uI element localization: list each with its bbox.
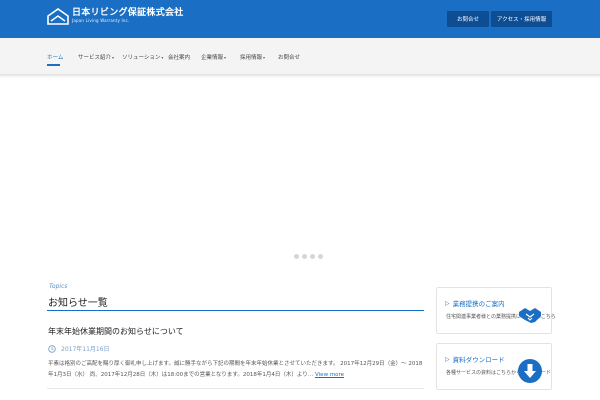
nav-item-label: 企業情報 [201,55,224,61]
site-header: 日本リビング保証株式会社 Japan Living Warranty Inc. … [0,0,600,38]
clock-icon [48,344,56,353]
chevron-down-icon: ▾ [263,55,266,60]
side-box-title-text: 業務提携のご案内 [452,300,505,308]
topics-label: Topics [49,283,68,290]
side-box-title: ▷ 資料ダウンロード [445,354,505,365]
company-logo[interactable]: 日本リビング保証株式会社 Japan Living Warranty Inc. [47,8,184,25]
nav-active-underline [47,64,60,66]
slider-dot[interactable] [302,254,307,259]
contact-button[interactable]: お問合せ [447,11,489,27]
side-box-title: ▷ 業務提携のご案内 [445,298,505,309]
nav-item-label: 会社案内 [168,55,191,61]
side-box-title-text: 資料ダウンロード [452,356,505,364]
nav-item-label: サービス紹介 [78,55,112,61]
logo-mark-icon [47,8,69,25]
chevron-down-icon: ▾ [161,55,164,60]
nav-shadow [0,75,600,78]
handshake-icon [519,308,541,323]
slider-dot[interactable] [294,254,299,259]
triangle-right-icon: ▷ [445,299,450,307]
nav-item-label: お問合せ [278,55,301,61]
nav-item-solutions[interactable]: ソリューション▾ [122,53,163,61]
topics-title: お知らせ一覧 [48,298,108,309]
nav-item-company-guide[interactable]: 会社案内 [168,53,190,61]
slider-pagination [294,254,323,259]
nav-item-recruit[interactable]: 採用情報▾ [240,53,265,61]
chevron-down-icon: ▾ [112,55,115,60]
slider-dot[interactable] [318,254,323,259]
post-divider [47,388,424,389]
slider-dot[interactable] [310,254,315,259]
logo-subtitle: Japan Living Warranty Inc. [72,18,130,23]
nav-item-home[interactable]: ホーム [47,53,63,61]
post-title[interactable]: 年末年始休業期間のお知らせについて [48,326,184,337]
nav-item-corporate-info[interactable]: 企業情報▾ [201,53,226,61]
post-excerpt: 平素は格別のご高配を賜り厚く御礼申し上げます。誠に勝手ながら下記の期間を年末年始… [48,359,424,381]
side-box-partnership[interactable]: ▷ 業務提携のご案内 住宅関連事業者様との業務提携についてはこちら [436,287,556,334]
nav-item-services[interactable]: サービス紹介▾ [78,53,114,61]
post-excerpt-text: 平素は格別のご高配を賜り厚く御礼申し上げます。誠に勝手ながら下記の期間を年末年始… [48,361,423,378]
view-more-link[interactable]: View more [315,372,344,378]
nav-item-contact[interactable]: お問合せ [278,53,300,61]
logo-title: 日本リビング保証株式会社 [72,8,184,18]
post-date: 2017年11月16日 [48,344,110,353]
nav-item-label: 採用情報 [240,55,263,61]
post-date-text: 2017年11月16日 [61,346,110,353]
nav-item-label: ホーム [47,55,64,61]
download-icon [518,359,542,383]
triangle-right-icon: ▷ [445,355,450,363]
chevron-down-icon: ▾ [224,55,227,60]
side-box-download[interactable]: ▷ 資料ダウンロード 各種サービスの資料はこちらからダウンロード [436,343,552,390]
topics-divider [47,310,424,311]
nav-item-label: ソリューション [122,55,161,61]
access-recruit-button[interactable]: アクセス・採用情報 [491,11,552,27]
main-nav: ホーム サービス紹介▾ ソリューション▾ 会社案内 企業情報▾ 採用情報▾ お問… [0,38,600,75]
